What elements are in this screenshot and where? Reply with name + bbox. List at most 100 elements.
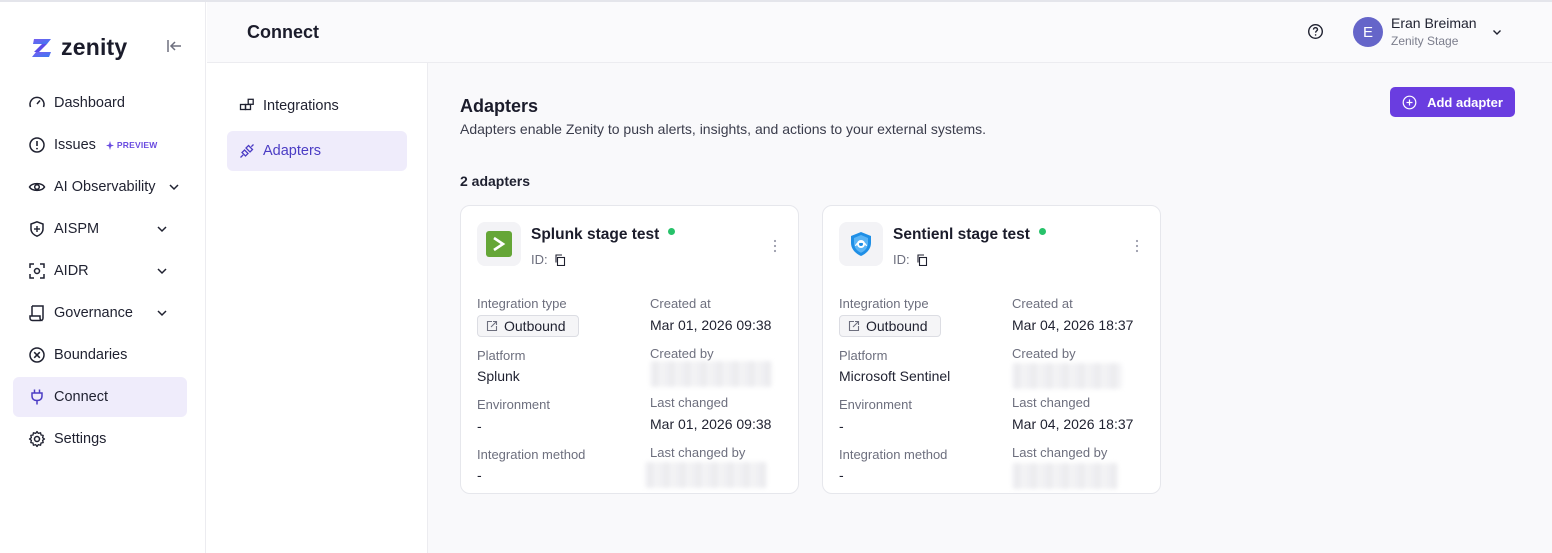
zenity-logo-icon xyxy=(32,38,51,57)
collapse-sidebar-icon[interactable] xyxy=(164,36,184,56)
adapter-name[interactable]: Splunk stage test xyxy=(531,226,676,244)
subnav-item-label: Adapters xyxy=(263,143,322,159)
created-at-label: Created at xyxy=(650,296,711,311)
sidebar-item-label: Boundaries xyxy=(54,347,128,363)
eye-icon xyxy=(28,182,46,192)
sidebar-item-label: AISPM xyxy=(54,221,100,237)
id-label: ID: xyxy=(531,252,548,267)
chevron-down-icon[interactable] xyxy=(1491,26,1503,38)
sidebar: zenity Dashboard Issues PREVIEW AI Obser… xyxy=(0,2,206,553)
subnav-item-label: Integrations xyxy=(263,98,339,114)
integration-method-label: Integration method xyxy=(477,447,586,462)
adapters-page: Adapters Adapters enable Zenity to push … xyxy=(428,63,1552,553)
sidebar-item-boundaries[interactable]: Boundaries xyxy=(13,335,187,375)
platform-value: Microsoft Sentinel xyxy=(839,368,951,384)
id-label: ID: xyxy=(893,252,910,267)
chevron-down-icon[interactable] xyxy=(167,180,181,194)
adapter-count: 2 adapters xyxy=(460,173,531,189)
integrations-icon xyxy=(239,98,254,111)
add-adapter-label: Add adapter xyxy=(1427,94,1503,110)
external-link-icon xyxy=(486,320,498,332)
sidebar-item-connect[interactable]: Connect xyxy=(13,377,187,417)
chevron-down-icon[interactable] xyxy=(155,222,169,236)
sidebar-item-settings[interactable]: Settings xyxy=(13,419,187,459)
sidebar-item-dashboard[interactable]: Dashboard xyxy=(13,83,187,123)
help-icon[interactable] xyxy=(1307,23,1324,40)
sparkle-icon xyxy=(105,140,114,150)
sidebar-item-label: Settings xyxy=(54,431,107,447)
sidebar-item-issues[interactable]: Issues PREVIEW xyxy=(13,125,187,165)
subnav-item-adapters[interactable]: Adapters xyxy=(227,131,407,171)
avatar[interactable]: E xyxy=(1353,17,1383,47)
created-by-redacted xyxy=(650,361,772,387)
last-changed-by-redacted xyxy=(645,462,767,488)
sidebar-item-governance[interactable]: Governance xyxy=(13,293,187,333)
adapter-name-text: Splunk stage test xyxy=(531,226,660,243)
integration-type-label: Integration type xyxy=(477,296,567,311)
copy-icon[interactable] xyxy=(554,253,566,266)
preview-badge-label: PREVIEW xyxy=(116,140,158,150)
adapter-card[interactable]: Splunk stage test ID: Integration type O… xyxy=(460,205,799,494)
created-at-label: Created at xyxy=(1012,296,1073,311)
sidebar-item-label: AI Observability xyxy=(54,179,156,195)
status-dot xyxy=(668,228,676,236)
scroll-icon xyxy=(29,305,44,322)
section-description: Adapters enable Zenity to push alerts, i… xyxy=(460,121,987,137)
integration-type-value: Outbound xyxy=(504,318,566,334)
app-logo[interactable]: zenity xyxy=(30,34,127,61)
last-changed-label: Last changed xyxy=(650,395,729,410)
sidebar-item-ai-observability[interactable]: AI Observability xyxy=(13,167,187,207)
sidebar-item-label: Governance xyxy=(54,305,133,321)
section-title: Adapters xyxy=(460,96,539,116)
sidebar-item-aispm[interactable]: AISPM xyxy=(13,209,187,249)
created-by-redacted xyxy=(1012,363,1122,389)
preview-badge: PREVIEW xyxy=(105,140,158,150)
adapter-plug-icon xyxy=(240,144,254,158)
more-menu-icon[interactable] xyxy=(772,238,778,254)
created-at-value: Mar 04, 2026 18:37 xyxy=(1012,317,1134,333)
sidebar-item-label: Connect xyxy=(54,389,109,405)
user-name[interactable]: Eran Breiman xyxy=(1391,15,1477,31)
plus-circle-icon xyxy=(1402,95,1417,109)
integration-type-value: Outbound xyxy=(866,318,928,334)
connect-subnav: Integrations Adapters xyxy=(207,63,428,553)
subnav-item-integrations[interactable]: Integrations xyxy=(227,86,407,126)
integration-type-chip: Outbound xyxy=(839,315,941,337)
chevron-down-icon[interactable] xyxy=(155,306,169,320)
gear-icon xyxy=(28,430,46,448)
platform-value: Splunk xyxy=(477,368,520,384)
sidebar-item-aidr[interactable]: AIDR xyxy=(13,251,187,291)
user-org: Zenity Stage xyxy=(1391,34,1459,48)
copy-icon[interactable] xyxy=(916,253,928,266)
adapter-name[interactable]: Sentienl stage test xyxy=(893,226,1046,244)
adapter-id: ID: xyxy=(893,252,928,267)
more-menu-icon[interactable] xyxy=(1134,238,1140,254)
created-by-label: Created by xyxy=(1012,346,1076,361)
page-title: Connect xyxy=(247,22,319,42)
add-adapter-button[interactable]: Add adapter xyxy=(1390,87,1515,117)
adapter-id: ID: xyxy=(531,252,566,267)
main-nav: Dashboard Issues PREVIEW AI Observabilit… xyxy=(13,83,187,461)
integration-type-label: Integration type xyxy=(839,296,929,311)
integration-method-label: Integration method xyxy=(839,447,948,462)
last-changed-by-redacted xyxy=(1012,463,1118,489)
last-changed-value: Mar 04, 2026 18:37 xyxy=(1012,416,1134,432)
platform-label: Platform xyxy=(477,348,526,363)
last-changed-value: Mar 01, 2026 09:38 xyxy=(650,416,772,432)
adapter-card[interactable]: Sentienl stage test ID: Integration type… xyxy=(822,205,1161,494)
last-changed-label: Last changed xyxy=(1012,395,1091,410)
alert-circle-icon xyxy=(29,137,45,153)
created-by-label: Created by xyxy=(650,346,714,361)
logo-text: zenity xyxy=(61,34,128,60)
last-changed-by-label: Last changed by xyxy=(650,445,746,460)
splunk-logo-icon xyxy=(477,222,521,266)
chevron-down-icon[interactable] xyxy=(155,264,169,278)
environment-label: Environment xyxy=(477,397,550,412)
sidebar-item-label: Dashboard xyxy=(54,95,125,111)
platform-label: Platform xyxy=(839,348,888,363)
environment-value: - xyxy=(839,418,844,434)
sidebar-item-label: Issues xyxy=(54,137,96,153)
integration-method-value: - xyxy=(839,467,844,483)
external-link-icon xyxy=(848,320,860,332)
sidebar-item-label: AIDR xyxy=(54,263,89,279)
